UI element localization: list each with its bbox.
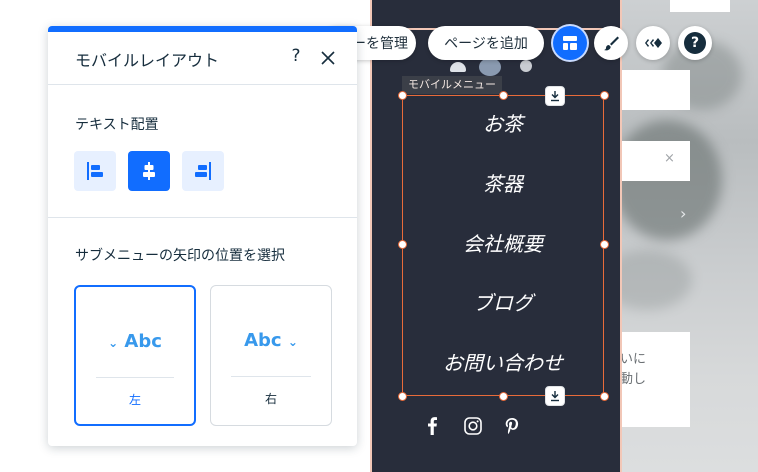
stretch-button[interactable] xyxy=(545,86,565,106)
facebook-icon[interactable] xyxy=(423,416,443,436)
text-fragment: いに xyxy=(622,352,647,367)
download-arrow-icon xyxy=(551,391,559,402)
close-icon[interactable] xyxy=(320,50,336,66)
close-icon[interactable]: × xyxy=(664,151,675,166)
option-caption: 左 xyxy=(128,393,141,407)
align-left-icon xyxy=(87,162,103,180)
resize-handle-top-left[interactable] xyxy=(398,91,407,100)
add-page-label: ページを追加 xyxy=(444,36,528,52)
divider xyxy=(231,376,311,377)
avatar xyxy=(520,60,532,72)
arrow-left-option[interactable]: ⌄ Abc 左 xyxy=(74,285,196,426)
divider xyxy=(96,377,174,378)
download-arrow-icon xyxy=(551,91,559,102)
image-overlay-block xyxy=(670,0,730,12)
option-preview: ⌄ Abc xyxy=(76,331,194,352)
instagram-icon[interactable] xyxy=(463,416,483,436)
align-right-button[interactable] xyxy=(182,151,224,191)
menu-item[interactable]: 会社概要 xyxy=(403,231,603,257)
help-button[interactable]: ? xyxy=(287,46,305,66)
bell-icon xyxy=(450,62,466,72)
help-button[interactable]: ? xyxy=(678,26,712,60)
menu-item[interactable]: 茶器 xyxy=(403,171,603,197)
preview-text: Abc xyxy=(124,331,162,352)
arrow-right-option[interactable]: Abc ⌄ 右 xyxy=(210,285,332,426)
chevron-down-icon: ⌄ xyxy=(108,336,119,350)
paint-brush-icon xyxy=(604,36,619,51)
divider xyxy=(48,84,357,85)
design-button[interactable] xyxy=(594,26,628,60)
resize-handle-left[interactable] xyxy=(398,240,407,249)
align-right-icon xyxy=(195,162,211,180)
text-align-label: テキスト配置 xyxy=(75,117,159,133)
panel-accent-bar xyxy=(48,26,357,32)
stretch-button[interactable] xyxy=(545,386,565,406)
option-caption: 右 xyxy=(264,392,277,406)
arrow-position-label: サブメニューの矢印の位置を選択 xyxy=(75,248,285,264)
resize-handle-top-right[interactable] xyxy=(600,91,609,100)
layout-icon xyxy=(563,36,577,50)
menu-item[interactable]: お茶 xyxy=(403,111,603,137)
preview-text: Abc xyxy=(244,330,282,351)
divider xyxy=(48,217,357,218)
element-name-tag: モバイルメニュー xyxy=(402,76,502,94)
text-fragment: 動し xyxy=(622,372,647,387)
image-overlay-block: × xyxy=(622,141,690,181)
image-overlay-block: いに 動し xyxy=(622,332,690,427)
chevron-down-icon: ⌄ xyxy=(287,335,298,349)
animation-button[interactable] xyxy=(636,26,670,60)
add-page-button[interactable]: ページを追加 xyxy=(428,26,544,60)
align-left-button[interactable] xyxy=(74,151,116,191)
layout-button[interactable] xyxy=(553,26,587,60)
resize-handle-bottom-left[interactable] xyxy=(398,392,407,401)
manage-menu-label: ーを管理 xyxy=(352,36,408,52)
resize-handle-bottom[interactable] xyxy=(499,392,508,401)
align-center-icon xyxy=(143,162,155,180)
animation-icon xyxy=(645,38,662,48)
menu-item[interactable]: お問い合わせ xyxy=(403,350,603,376)
resize-handle-bottom-right[interactable] xyxy=(600,392,609,401)
help-icon: ? xyxy=(684,32,706,54)
pinterest-icon[interactable] xyxy=(502,416,522,436)
mobile-layout-panel: モバイルレイアウト ? テキスト配置 サブメニューの矢印の位置を選択 ⌄ Abc… xyxy=(48,26,357,446)
menu-item[interactable]: ブログ xyxy=(403,290,603,316)
align-center-button[interactable] xyxy=(128,151,170,191)
chevron-right-icon[interactable]: › xyxy=(680,204,686,223)
avatar xyxy=(479,58,501,76)
panel-title: モバイルレイアウト xyxy=(75,51,220,70)
option-preview: Abc ⌄ xyxy=(211,330,331,351)
editor-stage: × › いに 動し ーを管理 ページを追加 ? モバイルメニュー お茶 茶器 会… xyxy=(0,0,758,472)
background-image: × › いに 動し xyxy=(622,0,758,472)
resize-handle-top[interactable] xyxy=(499,91,508,100)
resize-handle-right[interactable] xyxy=(600,240,609,249)
image-overlay-block xyxy=(622,70,690,110)
